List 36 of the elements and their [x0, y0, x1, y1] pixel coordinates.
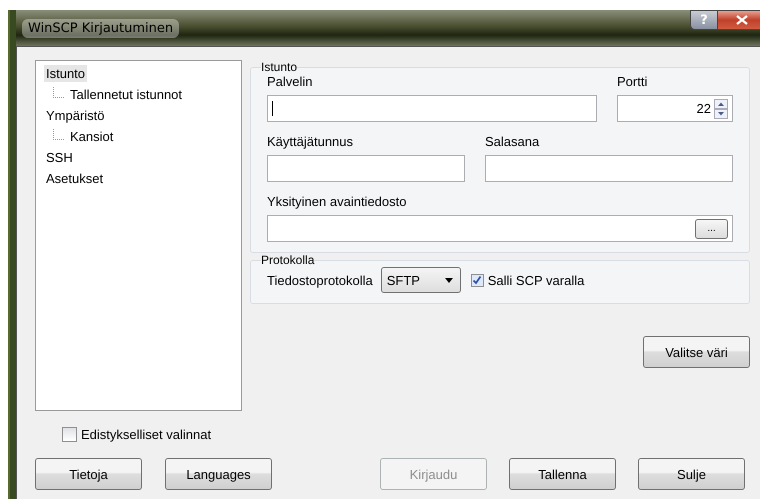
field-label: Salasana [485, 134, 540, 149]
field-label: Käyttäjätunnus [267, 134, 354, 149]
field-label: Tiedostoprotokolla [267, 272, 373, 288]
window-title: WinSCP Kirjautuminen [22, 18, 180, 38]
username-input[interactable] [267, 155, 465, 182]
close-icon [736, 15, 748, 25]
group-title: Protokolla [261, 253, 314, 267]
caret-icon [444, 278, 453, 282]
host-input[interactable] [267, 95, 597, 122]
close-button[interactable] [718, 10, 760, 30]
password-input[interactable] [485, 155, 733, 182]
tree-item[interactable]: Asetukset [44, 170, 106, 187]
tree-item[interactable]: Istunto [44, 65, 88, 82]
tree-item[interactable]: SSH [44, 149, 75, 166]
tree-item[interactable]: Tallennetut istunnot [68, 86, 184, 103]
checkbox[interactable] [62, 427, 77, 442]
color-button[interactable]: Valitse väri [643, 336, 750, 368]
checkbox-label: Salli SCP varalla [488, 272, 584, 288]
protocol-dropdown[interactable]: SFTP [380, 267, 461, 293]
tree-item[interactable]: Kansiot [68, 128, 116, 145]
checkbox-label: Edistykselliset valinnat [81, 427, 212, 442]
port-input[interactable]: 22 [617, 95, 733, 122]
key-file-input[interactable]: ... [267, 215, 733, 242]
checkbox[interactable] [470, 274, 484, 286]
tree-item[interactable]: Ympäristö [44, 107, 107, 124]
browse-button[interactable]: ... [695, 218, 728, 238]
group-title: Istunto [261, 60, 298, 74]
dialog-button[interactable]: Sulje [638, 458, 745, 490]
field-label: Yksityinen avaintiedosto [267, 194, 408, 209]
spin-arrows-icon[interactable] [714, 98, 728, 118]
dialog-button[interactable]: Tallenna [509, 458, 616, 490]
dialog-button[interactable]: Tietoja [35, 458, 142, 490]
field-label: Portti [617, 74, 648, 89]
field-label: Palvelin [267, 74, 314, 89]
text-cursor [272, 101, 273, 116]
dialog-button[interactable]: Languages [165, 458, 272, 490]
